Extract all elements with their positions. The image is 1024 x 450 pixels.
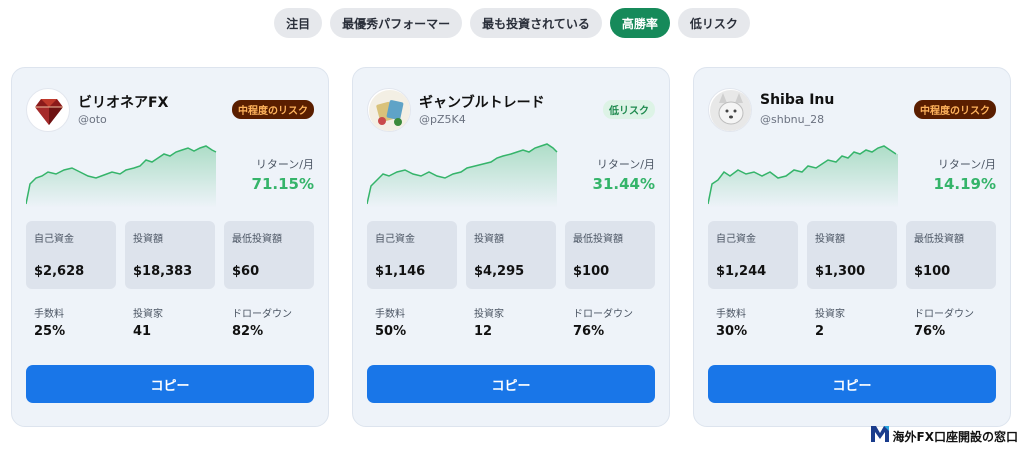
return-sparkline — [367, 143, 558, 208]
return-label: リターン/月 — [255, 158, 314, 171]
return-label: リターン/月 — [937, 158, 996, 171]
diamond-icon — [26, 88, 70, 132]
stat-value: 30% — [716, 324, 748, 339]
trader-handle: @shbnu_28 — [760, 113, 825, 126]
stat-min-invest: 最低投資額 $60 — [224, 221, 314, 289]
stat-value: $1,300 — [815, 264, 866, 279]
stat-value: 25% — [34, 324, 66, 339]
stat-fee: 手数料 25% — [26, 305, 116, 345]
stat-label: ドローダウン — [573, 309, 633, 320]
trader-header: ビリオネアFX @oto 中程度のリスク — [26, 88, 314, 132]
gambler-icon — [367, 88, 411, 132]
stat-value: $100 — [573, 264, 610, 279]
stat-own-funds: 自己資金 $2,628 — [26, 221, 116, 289]
tab-low-risk[interactable]: 低リスク — [677, 8, 750, 38]
stat-label: ドローダウン — [914, 309, 974, 320]
trader-card: ギャンブルトレード @pZ5K4 低リスク リターン/月 31.44% 自己資金… — [352, 67, 670, 427]
stat-label: 手数料 — [716, 309, 746, 320]
stat-value: 82% — [232, 324, 264, 339]
stat-label: 投資家 — [815, 309, 845, 320]
stat-invested: 投資額 $18,383 — [125, 221, 215, 289]
tab-top-performers[interactable]: 最優秀パフォーマー — [330, 8, 463, 38]
stat-value: 2 — [815, 324, 825, 339]
stat-label: 投資額 — [815, 234, 845, 245]
trader-name: ビリオネアFX — [78, 95, 169, 111]
stat-value: 41 — [133, 324, 152, 339]
stat-invested: 投資額 $1,300 — [807, 221, 897, 289]
stat-label: 投資家 — [474, 309, 504, 320]
stat-label: ドローダウン — [232, 309, 292, 320]
trader-header: ギャンブルトレード @pZ5K4 低リスク — [367, 88, 655, 132]
return-sparkline — [708, 145, 898, 208]
copy-button[interactable]: コピー — [708, 365, 996, 403]
stat-label: 手数料 — [34, 309, 64, 320]
stat-label: 投資額 — [133, 234, 163, 245]
stat-fee: 手数料 50% — [367, 305, 457, 345]
trader-handle: @oto — [78, 113, 107, 126]
stat-own-funds: 自己資金 $1,244 — [708, 221, 798, 289]
trader-card: ビリオネアFX @oto 中程度のリスク リターン/月 71.15% 自己資金 … — [11, 67, 329, 427]
return-value: 31.44% — [592, 175, 655, 193]
return-label: リターン/月 — [596, 158, 655, 171]
stat-drawdown: ドローダウン 76% — [565, 305, 655, 345]
stat-min-invest: 最低投資額 $100 — [906, 221, 996, 289]
risk-badge: 低リスク — [603, 100, 655, 119]
stat-value: $2,628 — [34, 264, 85, 279]
brand-text: 海外FX口座開設の窓口 — [892, 429, 1018, 444]
return-value: 14.19% — [933, 175, 996, 193]
stat-min-invest: 最低投資額 $100 — [565, 221, 655, 289]
stat-fee: 手数料 30% — [708, 305, 798, 345]
stat-value: $4,295 — [474, 264, 525, 279]
risk-badge: 中程度のリスク — [232, 100, 314, 119]
site-brand: 海外FX口座開設の窓口 — [870, 426, 1018, 446]
stat-value: 76% — [914, 324, 946, 339]
stat-label: 最低投資額 — [573, 234, 623, 245]
stat-investors: 投資家 12 — [466, 305, 556, 345]
stat-label: 自己資金 — [716, 234, 756, 245]
stat-invested: 投資額 $4,295 — [466, 221, 556, 289]
tab-most-invested[interactable]: 最も投資されている — [470, 8, 602, 38]
stat-label: 投資額 — [474, 234, 504, 245]
trader-name: Shiba Inu — [760, 92, 835, 108]
stat-label: 投資家 — [133, 309, 163, 320]
stat-value: $60 — [232, 264, 260, 279]
trader-handle: @pZ5K4 — [419, 113, 466, 126]
stat-value: 12 — [474, 324, 493, 339]
stat-label: 最低投資額 — [914, 234, 964, 245]
stat-label: 手数料 — [375, 309, 405, 320]
return-sparkline — [26, 145, 217, 208]
stat-label: 最低投資額 — [232, 234, 282, 245]
m-logo-icon — [870, 426, 889, 446]
stat-label: 自己資金 — [34, 234, 74, 245]
copy-button[interactable]: コピー — [26, 365, 314, 403]
stat-drawdown: ドローダウン 76% — [906, 305, 996, 345]
stat-drawdown: ドローダウン 82% — [224, 305, 314, 345]
stat-value: 50% — [375, 324, 407, 339]
copy-button[interactable]: コピー — [367, 365, 655, 403]
shiba-dog-icon — [708, 88, 752, 132]
stat-value: $18,383 — [133, 264, 193, 279]
stat-value: $1,244 — [716, 264, 767, 279]
stat-investors: 投資家 41 — [125, 305, 215, 345]
stat-own-funds: 自己資金 $1,146 — [367, 221, 457, 289]
trader-card: Shiba Inu @shbnu_28 中程度のリスク リターン/月 14.19… — [693, 67, 1011, 427]
stat-value: 76% — [573, 324, 605, 339]
trader-header: Shiba Inu @shbnu_28 中程度のリスク — [708, 88, 996, 132]
risk-badge: 中程度のリスク — [914, 100, 996, 119]
return-value: 71.15% — [251, 175, 314, 193]
stat-investors: 投資家 2 — [807, 305, 897, 345]
tab-high-win-rate[interactable]: 高勝率 — [609, 8, 670, 38]
tab-featured[interactable]: 注目 — [274, 8, 323, 38]
stat-value: $1,146 — [375, 264, 426, 279]
category-tabs: 注目 最優秀パフォーマー 最も投資されている 高勝率 低リスク — [0, 8, 1024, 38]
stat-value: $100 — [914, 264, 951, 279]
stat-label: 自己資金 — [375, 234, 415, 245]
trader-name: ギャンブルトレード — [419, 95, 545, 111]
